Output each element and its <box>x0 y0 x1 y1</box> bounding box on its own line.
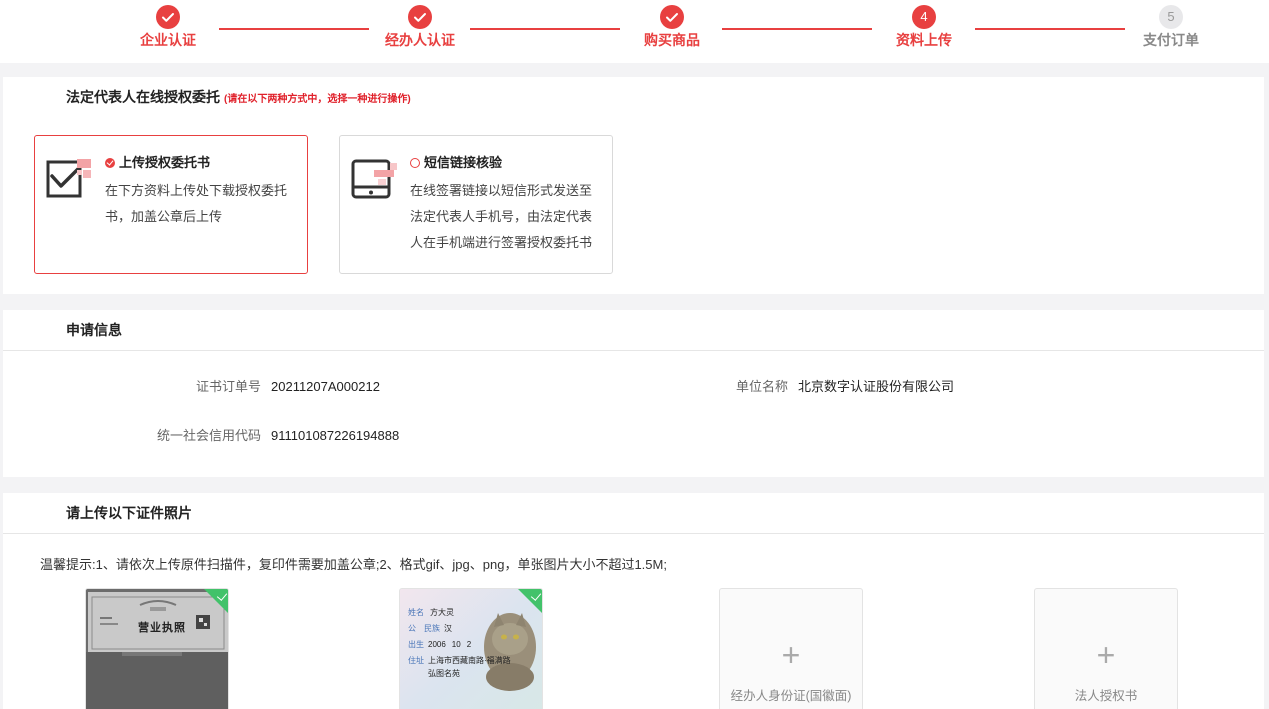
order-label: 证书订单号 <box>195 379 261 394</box>
desc-line: 书，加盖公章后上传 <box>105 209 223 224</box>
id-card-text: 姓名 方大灵 公民族汉 出生 2006 10 2 住址 上海市西藏南路·福满路 弘图名苑 <box>408 605 511 679</box>
business-license-upload[interactable]: 营业执照 <box>85 588 229 709</box>
radio-checked-icon[interactable] <box>105 158 115 168</box>
radio-unchecked-icon[interactable] <box>410 158 420 168</box>
credit-label: 统一社会信用代码 <box>156 428 261 443</box>
upload-option-desc: 在下方资料上传处下载授权委托 书，加盖公章后上传 <box>105 178 287 230</box>
id-card-back-upload[interactable]: + 经办人身份证(国徽面) <box>719 588 863 709</box>
step-purchase: 购买商品 <box>612 5 732 50</box>
option-title-text: 短信链接核验 <box>424 155 503 170</box>
id-card-front-upload[interactable]: 姓名 方大灵 公民族汉 出生 2006 10 2 住址 上海市西藏南路·福满路 弘图名苑 <box>399 588 543 709</box>
desc-line: 法定代表人手机号，由法定代表 <box>410 209 593 224</box>
sms-auth-option[interactable]: 短信链接核验 在线签署链接以短信形式发送至 法定代表人手机号，由法定代表 人在手… <box>339 135 613 274</box>
id-label: 住址 <box>408 656 424 665</box>
sms-option-desc: 在线签署链接以短信形式发送至 法定代表人手机号，由法定代表 人在手机端进行签署授… <box>410 178 592 256</box>
auth-title: 法定代表人在线授权委托 <box>66 89 220 105</box>
plus-icon: + <box>1096 637 1116 673</box>
check-icon <box>660 5 684 29</box>
step-label: 资料上传 <box>896 32 952 48</box>
id-birth-month: 10 <box>451 640 461 649</box>
section-title: 请上传以下证件照片 <box>3 493 1264 534</box>
id-name: 方大灵 <box>430 608 454 617</box>
id-birth-year: 2006 <box>428 640 446 649</box>
plus-icon: + <box>781 637 801 673</box>
upload-label: 经办人身份证(国徽面) <box>730 689 852 703</box>
option-title-text: 上传授权委托书 <box>119 155 211 170</box>
step-enterprise-auth: 企业认证 <box>108 5 228 50</box>
id-ethnic: 汉 <box>444 624 452 633</box>
license-title-text: 营业执照 <box>138 622 186 634</box>
upload-tip: 温馨提示:1、请依次上传原件扫描件，复印件需要加盖公章;2、格式gif、jpg、… <box>40 557 667 572</box>
step-upload: 4 资料上传 <box>864 5 984 50</box>
order-value: 20211207A000212 <box>271 379 380 394</box>
company-value: 北京数字认证股份有限公司 <box>798 379 955 394</box>
check-icon <box>156 5 180 29</box>
order-number-row: 证书订单号 20211207A000212 <box>3 376 380 395</box>
sms-option-title: 短信链接核验 <box>410 152 502 171</box>
step-number: 4 <box>912 5 936 29</box>
section-title: 申请信息 <box>3 310 1264 351</box>
step-label: 经办人认证 <box>385 32 455 48</box>
step-line-3 <box>722 28 872 30</box>
upload-auth-option[interactable]: 上传授权委托书 在下方资料上传处下载授权委托 书，加盖公章后上传 <box>34 135 308 274</box>
desc-line: 在线签署链接以短信形式发送至 <box>410 183 593 198</box>
step-label: 支付订单 <box>1143 32 1199 48</box>
id-address: 弘图名苑 <box>428 669 460 678</box>
mobile-phone-icon <box>351 159 397 199</box>
upload-label: 法人授权书 <box>1074 689 1138 703</box>
check-icon <box>408 5 432 29</box>
id-label: 出生 <box>408 640 424 649</box>
upload-section: 请上传以下证件照片 温馨提示:1、请依次上传原件扫描件，复印件需要加盖公章;2、… <box>3 493 1264 709</box>
section-title: 法定代表人在线授权委托 (请在以下两种方式中，选择一种进行操作) <box>3 77 1264 118</box>
id-label: 民族 <box>424 624 440 633</box>
application-info-section: 申请信息 证书订单号 20211207A000212 单位名称 北京数字认证股份有限… <box>3 310 1264 477</box>
document-check-icon <box>46 159 91 198</box>
step-label: 购买商品 <box>644 32 700 48</box>
id-address: 上海市西藏南路·福满路 <box>428 656 511 665</box>
upload-option-title: 上传授权委托书 <box>105 152 210 171</box>
desc-line: 在下方资料上传处下载授权委托 <box>105 183 288 198</box>
step-agent-auth: 经办人认证 <box>360 5 480 50</box>
id-gender: 公 <box>408 624 416 633</box>
company-name-row: 单位名称 北京数字认证股份有限公司 <box>528 376 954 395</box>
step-line-1 <box>219 28 369 30</box>
step-payment: 5 支付订单 <box>1111 5 1231 50</box>
auth-hint: (请在以下两种方式中，选择一种进行操作) <box>224 94 411 105</box>
step-line-2 <box>470 28 620 30</box>
legal-auth-letter-upload[interactable]: + 法人授权书 <box>1034 588 1178 709</box>
company-label: 单位名称 <box>735 379 788 394</box>
progress-steps: 企业认证 经办人认证 购买商品 4 资料上传 5 支付订单 <box>0 0 1269 63</box>
auth-section: 法定代表人在线授权委托 (请在以下两种方式中，选择一种进行操作) 上传授权委托书 … <box>3 77 1264 294</box>
step-label: 企业认证 <box>140 32 196 48</box>
id-birth-day: 2 <box>466 640 472 649</box>
step-number: 5 <box>1159 5 1183 29</box>
credit-code-row: 统一社会信用代码 911101087226194888 <box>3 425 399 444</box>
id-label: 姓名 <box>408 608 424 617</box>
desc-line: 人在手机端进行签署授权委托书 <box>410 235 593 250</box>
credit-value: 911101087226194888 <box>271 428 400 443</box>
step-line-4 <box>975 28 1125 30</box>
